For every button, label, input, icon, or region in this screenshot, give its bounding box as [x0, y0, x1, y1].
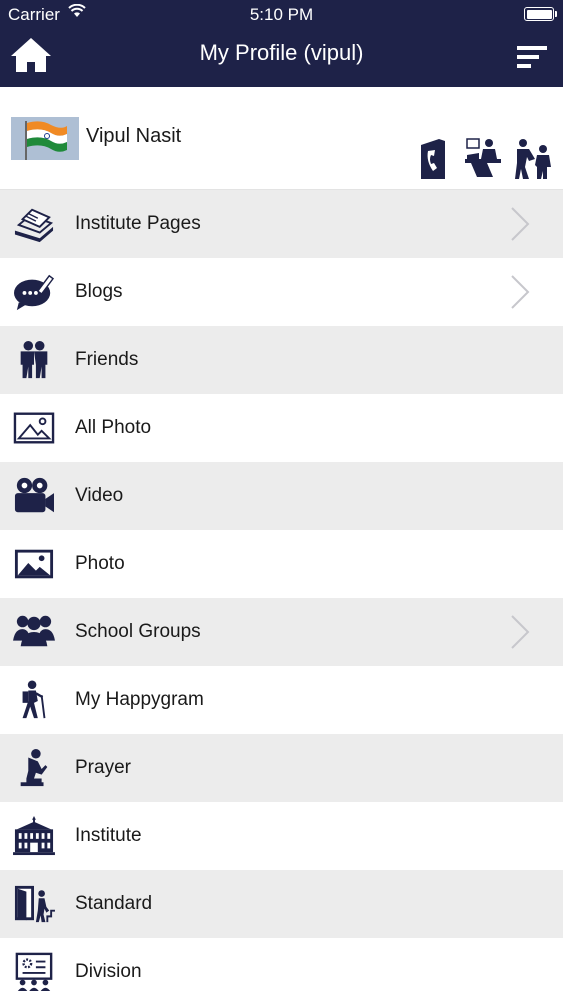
- image-outline-icon: [13, 412, 55, 444]
- menu-item-video[interactable]: Video: [0, 462, 563, 530]
- friends-icon: [20, 340, 48, 379]
- chevron-right-icon: [511, 207, 530, 241]
- status-time: 5:10 PM: [249, 5, 314, 24]
- menu-item-all-photo[interactable]: All Photo: [0, 394, 563, 462]
- menu-item-label: Video: [75, 485, 124, 506]
- prayer-icon: [20, 748, 48, 787]
- menu-item-institute[interactable]: Institute: [0, 802, 563, 870]
- division-board-icon: [15, 952, 53, 992]
- video-camera-icon: [14, 477, 54, 513]
- contact-phone-icon[interactable]: [413, 137, 453, 181]
- menu-item-label: Prayer: [75, 757, 131, 778]
- battery-icon: [524, 7, 557, 21]
- menu-item-label: My Happygram: [75, 689, 204, 710]
- group-icon: [13, 615, 55, 647]
- institute-building-icon: [13, 816, 55, 856]
- menu-item-label: Photo: [75, 553, 125, 574]
- menu-item-institute-pages[interactable]: Institute Pages: [0, 190, 563, 258]
- menu-item-label: All Photo: [75, 417, 152, 438]
- chat-bubble-icon: [14, 274, 55, 311]
- menu-item-blogs[interactable]: Blogs: [0, 258, 563, 326]
- menu-item-label: School Groups: [75, 621, 201, 642]
- menu-item-label: Friends: [75, 349, 139, 370]
- avatar[interactable]: [11, 117, 79, 160]
- menu-icon[interactable]: [515, 44, 547, 70]
- profile-header: Vipul Nasit: [0, 87, 563, 190]
- menu-item-standard[interactable]: Standard: [0, 870, 563, 938]
- chevron-right-icon: [511, 615, 530, 649]
- menu-item-label: Institute: [75, 825, 142, 846]
- menu-item-school-groups[interactable]: School Groups: [0, 598, 563, 666]
- menu-item-label: Blogs: [75, 281, 123, 302]
- menu-item-my-happygram[interactable]: My Happygram: [0, 666, 563, 734]
- menu-item-photo[interactable]: Photo: [0, 530, 563, 598]
- navigation-bar: Carrier 5:10 PM My Profile (vipul): [0, 0, 563, 87]
- flag-image: [11, 117, 79, 160]
- status-bar: Carrier 5:10 PM: [0, 0, 563, 30]
- teacher-student-icon[interactable]: [513, 137, 553, 181]
- page-title: My Profile (vipul): [199, 40, 364, 65]
- profile-name: Vipul Nasit: [86, 125, 182, 147]
- menu-item-label: Division: [75, 961, 142, 982]
- pages-icon: [14, 208, 54, 243]
- doctor-checkup-icon[interactable]: [463, 137, 503, 181]
- hiker-icon: [22, 680, 46, 719]
- image-icon: [14, 549, 54, 579]
- menu-list: Institute Pages Blogs Friends All Photo Vide…: [0, 190, 563, 1006]
- menu-item-label: Institute Pages: [75, 213, 201, 234]
- menu-item-friends[interactable]: Friends: [0, 326, 563, 394]
- standard-door-icon: [14, 885, 55, 923]
- menu-item-label: Standard: [75, 893, 153, 914]
- chevron-right-icon: [511, 275, 530, 309]
- menu-item-division[interactable]: Division: [0, 938, 563, 1006]
- menu-item-prayer[interactable]: Prayer: [0, 734, 563, 802]
